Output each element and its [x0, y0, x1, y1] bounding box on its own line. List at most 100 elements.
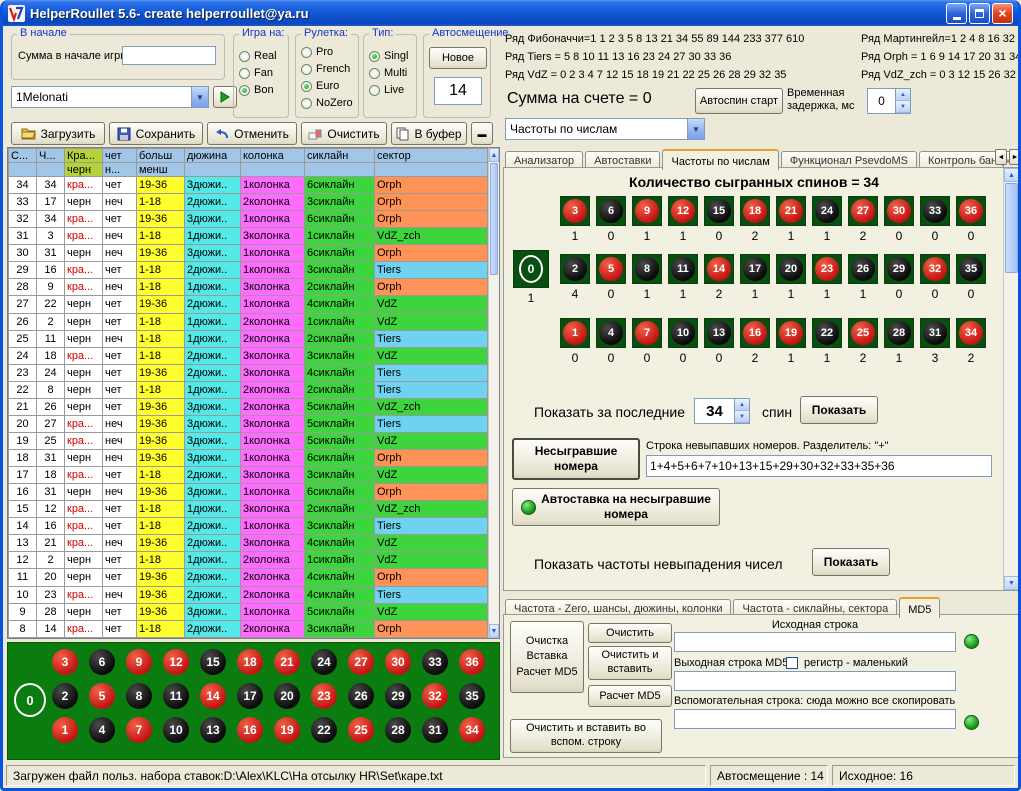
new-offset-button[interactable]: Новое: [429, 47, 487, 69]
spin-row[interactable]: 122чернчет1-181дюжи..2колонка1сиклайнVdZ: [9, 552, 488, 569]
wheel-number-34[interactable]: 34: [459, 717, 485, 743]
freq-tile-35[interactable]: 35: [956, 254, 986, 284]
freq-tile-17[interactable]: 17: [740, 254, 770, 284]
spin-row[interactable]: 289кра...неч1-181дюжи..3колонка2сиклайнO…: [9, 279, 488, 296]
wheel-number-27[interactable]: 27: [348, 649, 374, 675]
freq-tile-33[interactable]: 33: [920, 196, 950, 226]
wheel-number-19[interactable]: 19: [274, 717, 300, 743]
wheel-number-10[interactable]: 10: [163, 717, 189, 743]
freq-tile-8[interactable]: 8: [632, 254, 662, 284]
preset-combo[interactable]: 1Melonati ▼: [11, 86, 209, 108]
spin-row[interactable]: 313кра...неч1-181дюжи..3колонка1сиклайнV…: [9, 228, 488, 245]
col-header[interactable]: чет: [103, 149, 137, 163]
freq-tile-12[interactable]: 12: [668, 196, 698, 226]
spin-row[interactable]: 3434кра...чет19-363дюжи..1колонка6сиклай…: [9, 177, 488, 194]
spin-row[interactable]: 1831черннеч19-363дюжи..1колонка6сиклайнO…: [9, 450, 488, 467]
radio-live[interactable]: Live: [369, 84, 414, 96]
radio-fan[interactable]: Fan: [239, 67, 286, 79]
copy-buffer-button[interactable]: В буфер: [391, 122, 467, 145]
freq-tile-18[interactable]: 18: [740, 196, 770, 226]
wheel-number-32[interactable]: 32: [422, 683, 448, 709]
wheel-number-22[interactable]: 22: [311, 717, 337, 743]
radio-real[interactable]: Real: [239, 50, 286, 62]
wheel-number-6[interactable]: 6: [89, 649, 115, 675]
green-ball-icon[interactable]: [964, 715, 979, 730]
radio-pro[interactable]: Pro: [301, 46, 356, 58]
wheel-number-31[interactable]: 31: [422, 717, 448, 743]
spin-down-icon[interactable]: ▼: [735, 411, 749, 423]
radio-multi[interactable]: Multi: [369, 67, 414, 79]
freq-tile-32[interactable]: 32: [920, 254, 950, 284]
freq-tile-23[interactable]: 23: [812, 254, 842, 284]
freq-tile-10[interactable]: 10: [668, 318, 698, 348]
freq-tile-20[interactable]: 20: [776, 254, 806, 284]
scroll-up-icon[interactable]: ▲: [489, 148, 499, 162]
radio-bon[interactable]: Bon: [239, 84, 286, 96]
spin-row[interactable]: 2916кра...чет1-182дюжи..1колонка3сиклайн…: [9, 262, 488, 279]
freq-tile-7[interactable]: 7: [632, 318, 662, 348]
wheel-number-14[interactable]: 14: [200, 683, 226, 709]
tab-scroll-left-icon[interactable]: ◄: [995, 149, 1007, 165]
scroll-down-icon[interactable]: ▼: [489, 624, 499, 638]
wheel-number-16[interactable]: 16: [237, 717, 263, 743]
spin-row[interactable]: 814кра...чет1-182дюжи..2колонка3сиклайнO…: [9, 620, 488, 637]
spin-row[interactable]: 1631черннеч19-363дюжи..1колонка6сиклайнO…: [9, 484, 488, 501]
wheel-number-2[interactable]: 2: [52, 683, 78, 709]
output-string-input[interactable]: [674, 671, 956, 691]
wheel-number-35[interactable]: 35: [459, 683, 485, 709]
freq-tile-13[interactable]: 13: [704, 318, 734, 348]
spin-row[interactable]: 1925кра...неч19-363дюжи..1колонка5сиклай…: [9, 432, 488, 449]
save-button[interactable]: Сохранить: [109, 122, 203, 145]
col-header[interactable]: С...: [9, 149, 37, 163]
spin-row[interactable]: 2027кра...неч19-363дюжи..3колонка5сиклай…: [9, 415, 488, 432]
wheel-number-0[interactable]: 0: [14, 683, 46, 717]
start-sum-input[interactable]: [122, 46, 216, 65]
wheel-number-29[interactable]: 29: [385, 683, 411, 709]
wheel-number-15[interactable]: 15: [200, 649, 226, 675]
show-button[interactable]: Показать: [800, 396, 878, 424]
register-checkbox[interactable]: [786, 657, 798, 669]
maximize-button[interactable]: [969, 3, 990, 24]
titlebar[interactable]: HelperRoullet 5.6- create helperroullet@…: [3, 0, 1018, 26]
freq-tile-2[interactable]: 2: [560, 254, 590, 284]
missed-numbers-input[interactable]: [646, 455, 992, 477]
freq-tile-21[interactable]: 21: [776, 196, 806, 226]
spin-row[interactable]: 2511черннеч1-181дюжи..2колонка2сиклайнTi…: [9, 330, 488, 347]
col-header[interactable]: колонка: [241, 149, 305, 163]
wheel-number-24[interactable]: 24: [311, 649, 337, 675]
wheel-number-36[interactable]: 36: [459, 649, 485, 675]
spin-up-icon[interactable]: ▲: [735, 399, 749, 411]
wheel-number-30[interactable]: 30: [385, 649, 411, 675]
spin-row[interactable]: 2126чернчет19-363дюжи..2колонка5сиклайнV…: [9, 398, 488, 415]
spin-row[interactable]: 228чернчет1-181дюжи..2колонка2сиклайнTie…: [9, 381, 488, 398]
freq-tile-27[interactable]: 27: [848, 196, 878, 226]
delay-spinner[interactable]: 0 ▲▼: [867, 88, 911, 114]
wheel-number-28[interactable]: 28: [385, 717, 411, 743]
freq-tile-15[interactable]: 15: [704, 196, 734, 226]
autobet-button[interactable]: Автоставка на несыгравшие номера: [512, 488, 720, 526]
radio-euro[interactable]: Euro: [301, 80, 356, 92]
table-scrollbar[interactable]: ▲ ▼: [488, 148, 499, 638]
wheel-number-3[interactable]: 3: [52, 649, 78, 675]
scroll-up-icon[interactable]: ▲: [1004, 168, 1019, 182]
spin-down-icon[interactable]: ▼: [896, 101, 910, 113]
col-header[interactable]: сиклайн: [305, 149, 375, 163]
scroll-down-icon[interactable]: ▼: [1004, 576, 1019, 590]
wheel-number-25[interactable]: 25: [348, 717, 374, 743]
freq-tile-1[interactable]: 1: [560, 318, 590, 348]
panel-scroll-thumb[interactable]: [1005, 183, 1018, 273]
spin-row[interactable]: 928чернчет19-363дюжи..1колонка5сиклайнVd…: [9, 603, 488, 620]
md5-clear-paste-aux-button[interactable]: Очистить и вставить во вспом. строку: [510, 719, 662, 753]
radio-nozero[interactable]: NoZero: [301, 97, 356, 109]
green-ball-icon[interactable]: [964, 634, 979, 649]
undo-button[interactable]: Отменить: [207, 122, 297, 145]
freq-tile-29[interactable]: 29: [884, 254, 914, 284]
table-scroll-thumb[interactable]: [490, 163, 498, 275]
col-header[interactable]: Ч...: [37, 149, 65, 163]
wheel-number-5[interactable]: 5: [89, 683, 115, 709]
spin-row[interactable]: 2722чернчет19-362дюжи..1колонка4сиклайнV…: [9, 296, 488, 313]
freq-tile-9[interactable]: 9: [632, 196, 662, 226]
spin-up-icon[interactable]: ▲: [896, 89, 910, 101]
source-string-input[interactable]: [674, 632, 956, 652]
wheel-number-7[interactable]: 7: [126, 717, 152, 743]
